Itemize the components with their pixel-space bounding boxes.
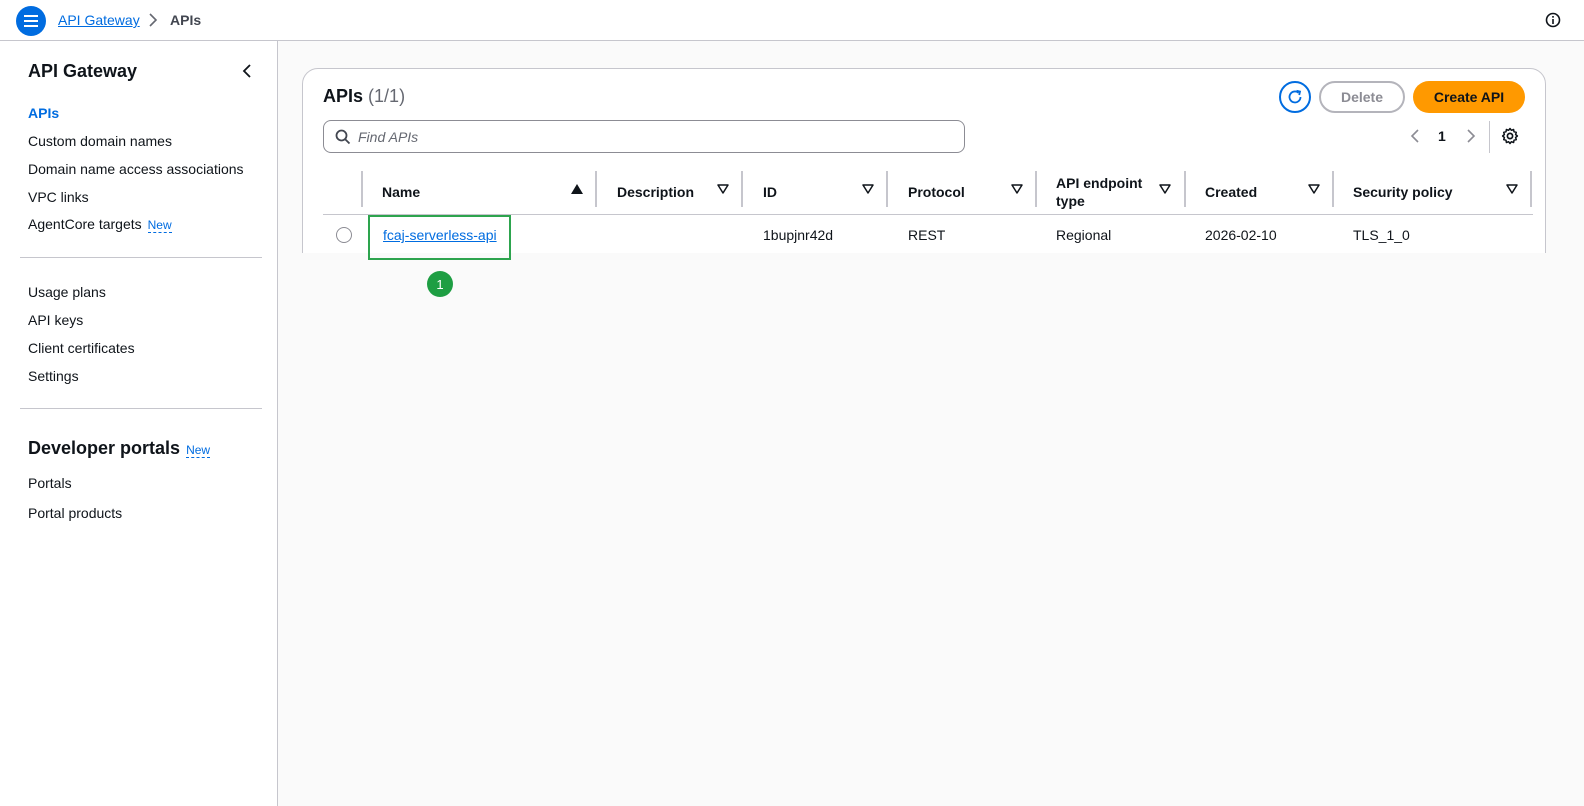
sidebar-item-portal-products[interactable]: Portal products <box>28 505 122 521</box>
search-input[interactable] <box>358 121 948 152</box>
pagination-divider <box>1489 121 1490 153</box>
sidebar-divider <box>20 257 262 258</box>
page-number[interactable]: 1 <box>1438 128 1446 144</box>
sidebar-item-domain-name-access-associations[interactable]: Domain name access associations <box>28 161 244 177</box>
cell-endpoint-type: Regional <box>1056 227 1112 243</box>
sidebar-title: API Gateway <box>28 61 138 81</box>
sort-icon[interactable] <box>1159 184 1171 194</box>
search-box <box>323 120 965 153</box>
search-icon <box>335 129 351 145</box>
cell-id: 1bupjnr42d <box>763 227 834 243</box>
column-divider <box>886 171 888 207</box>
collapse-sidebar-icon[interactable] <box>240 63 254 79</box>
sort-icon[interactable] <box>1308 184 1320 194</box>
sidebar-divider <box>20 408 262 409</box>
sort-icon[interactable] <box>1011 184 1023 194</box>
create-api-button[interactable]: Create API <box>1413 81 1525 113</box>
column-divider <box>361 171 363 207</box>
next-page-icon[interactable] <box>1465 128 1477 144</box>
column-divider <box>595 171 597 207</box>
info-icon[interactable] <box>1545 12 1561 28</box>
sidebar-section-developer-portals: Developer portals New <box>28 438 211 459</box>
sidebar-item-label: AgentCore targets <box>28 216 142 232</box>
new-badge[interactable]: New <box>147 218 172 233</box>
sort-icon[interactable] <box>862 184 874 194</box>
column-label: ID <box>763 184 777 200</box>
column-divider <box>741 171 743 207</box>
delete-button[interactable]: Delete <box>1319 81 1405 113</box>
annotation-highlight-box <box>368 215 511 260</box>
annotation-step-badge: 1 <box>427 271 453 297</box>
hamburger-icon <box>24 15 38 27</box>
column-label: Description <box>617 184 695 200</box>
sort-icon[interactable] <box>717 184 729 194</box>
panel-title-text: APIs <box>323 86 364 106</box>
cell-created: 2026-02-10 <box>1205 227 1277 243</box>
column-header-created[interactable]: Created <box>1205 169 1257 215</box>
gear-icon[interactable] <box>1501 127 1519 145</box>
cell-protocol: REST <box>908 227 946 243</box>
sidebar-item-usage-plans[interactable]: Usage plans <box>28 284 106 300</box>
sidebar-item-apis[interactable]: APIs <box>28 105 59 121</box>
breadcrumb-current: APIs <box>170 12 202 28</box>
sidebar: API Gateway APIs Custom domain names Dom… <box>0 41 278 806</box>
column-header-security-policy[interactable]: Security policy <box>1353 169 1453 215</box>
refresh-icon <box>1288 89 1302 104</box>
sidebar-item-portals[interactable]: Portals <box>28 475 72 491</box>
sidebar-item-vpc-links[interactable]: VPC links <box>28 189 89 205</box>
column-label: Created <box>1205 184 1258 200</box>
column-divider <box>1035 171 1037 207</box>
column-divider <box>1530 171 1532 207</box>
column-label: Name <box>382 184 421 200</box>
sidebar-item-client-certificates[interactable]: Client certificates <box>28 340 135 356</box>
api-count: (1/1) <box>368 86 406 106</box>
column-header-description[interactable]: Description <box>617 169 694 215</box>
sort-icon[interactable] <box>1506 184 1518 194</box>
column-divider <box>1332 171 1334 207</box>
previous-page-icon[interactable] <box>1409 128 1421 144</box>
table-header: Name Description ID Protocol API endpoin… <box>323 169 1533 215</box>
column-label: API endpoint type <box>1056 175 1143 209</box>
menu-button[interactable] <box>16 6 46 36</box>
refresh-button[interactable] <box>1279 81 1311 113</box>
sidebar-item-settings[interactable]: Settings <box>28 368 79 384</box>
new-badge[interactable]: New <box>186 443 211 458</box>
column-header-api-endpoint-type[interactable]: API endpoint type <box>1056 169 1156 215</box>
chevron-right-icon <box>149 13 158 27</box>
page-title: APIs (1/1) <box>323 86 405 107</box>
column-header-protocol[interactable]: Protocol <box>908 169 965 215</box>
sidebar-item-agentcore-targets[interactable]: AgentCore targets New <box>28 216 172 233</box>
column-label: Protocol <box>908 184 965 200</box>
top-navigation-bar: API Gateway APIs <box>0 0 1584 41</box>
apis-table-container: APIs (1/1) Delete Create API 1 Name <box>293 68 1555 297</box>
sidebar-item-api-keys[interactable]: API keys <box>28 312 83 328</box>
column-header-id[interactable]: ID <box>763 169 777 215</box>
cell-security-policy: TLS_1_0 <box>1353 227 1410 243</box>
column-header-name[interactable]: Name <box>382 169 592 215</box>
sidebar-item-custom-domain-names[interactable]: Custom domain names <box>28 133 172 149</box>
row-select-radio[interactable] <box>336 227 352 243</box>
breadcrumb-api-gateway[interactable]: API Gateway <box>58 12 140 28</box>
section-title: Developer portals <box>28 438 181 458</box>
sort-ascending-icon[interactable] <box>571 184 583 194</box>
column-divider <box>1184 171 1186 207</box>
column-label: Security policy <box>1353 184 1453 200</box>
